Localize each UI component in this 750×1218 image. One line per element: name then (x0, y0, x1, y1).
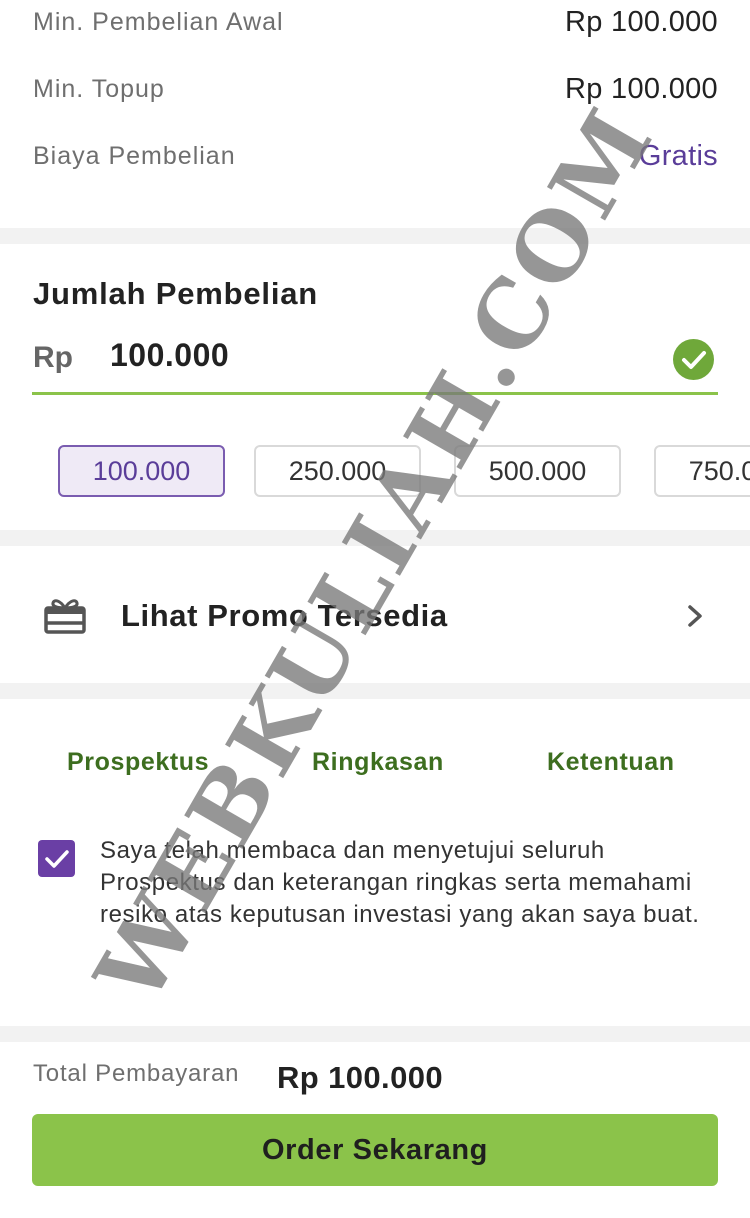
currency-label: Rp (33, 341, 73, 374)
amount-chip[interactable]: 750.000 (654, 445, 750, 497)
purchase-amount-field: Rp (32, 333, 718, 395)
section-divider (0, 683, 750, 699)
amount-chip[interactable]: 500.000 (454, 445, 621, 497)
summary-link[interactable]: Ringkasan (312, 748, 444, 777)
order-now-button[interactable]: Order Sekarang (32, 1114, 718, 1186)
total-payment-label: Total Pembayaran (33, 1060, 240, 1087)
prospectus-link[interactable]: Prospektus (67, 748, 209, 777)
view-promo-label: Lihat Promo Tersedia (121, 598, 448, 633)
amount-chip[interactable]: 100.000 (58, 445, 225, 497)
min-initial-purchase-row: Min. Pembelian Awal Rp 100.000 (33, 6, 718, 39)
amount-preset-chips: 100.000 250.000 500.000 750.000 (58, 445, 750, 497)
total-payment-value: Rp 100.000 (277, 1060, 443, 1095)
min-initial-purchase-label: Min. Pembelian Awal (33, 8, 284, 36)
amount-chip[interactable]: 250.000 (254, 445, 421, 497)
section-divider (0, 228, 750, 244)
chevron-right-icon (688, 605, 702, 627)
min-topup-label: Min. Topup (33, 75, 165, 103)
terms-link[interactable]: Ketentuan (547, 748, 675, 777)
view-promo-row[interactable]: Lihat Promo Tersedia (0, 548, 750, 683)
section-divider (0, 530, 750, 546)
section-divider (0, 1026, 750, 1042)
purchase-fee-row: Biaya Pembelian Gratis (33, 140, 718, 173)
purchase-amount-input[interactable] (110, 337, 630, 374)
purchase-amount-title: Jumlah Pembelian (33, 276, 319, 311)
agreement-checkbox[interactable] (38, 840, 75, 877)
valid-check-icon (673, 339, 714, 380)
min-initial-purchase-value: Rp 100.000 (565, 6, 718, 38)
min-topup-value: Rp 100.000 (565, 73, 718, 105)
gift-icon (44, 599, 86, 634)
purchase-fee-label: Biaya Pembelian (33, 142, 236, 170)
agreement-text: Saya telah membaca dan menyetujui seluru… (100, 837, 700, 928)
purchase-fee-value: Gratis (638, 140, 718, 172)
document-links: Prospektus Ringkasan Ketentuan (0, 748, 750, 784)
min-topup-row: Min. Topup Rp 100.000 (33, 73, 718, 106)
purchase-page: Min. Pembelian Awal Rp 100.000 Min. Topu… (0, 0, 750, 1218)
checkmark-icon (44, 849, 69, 868)
